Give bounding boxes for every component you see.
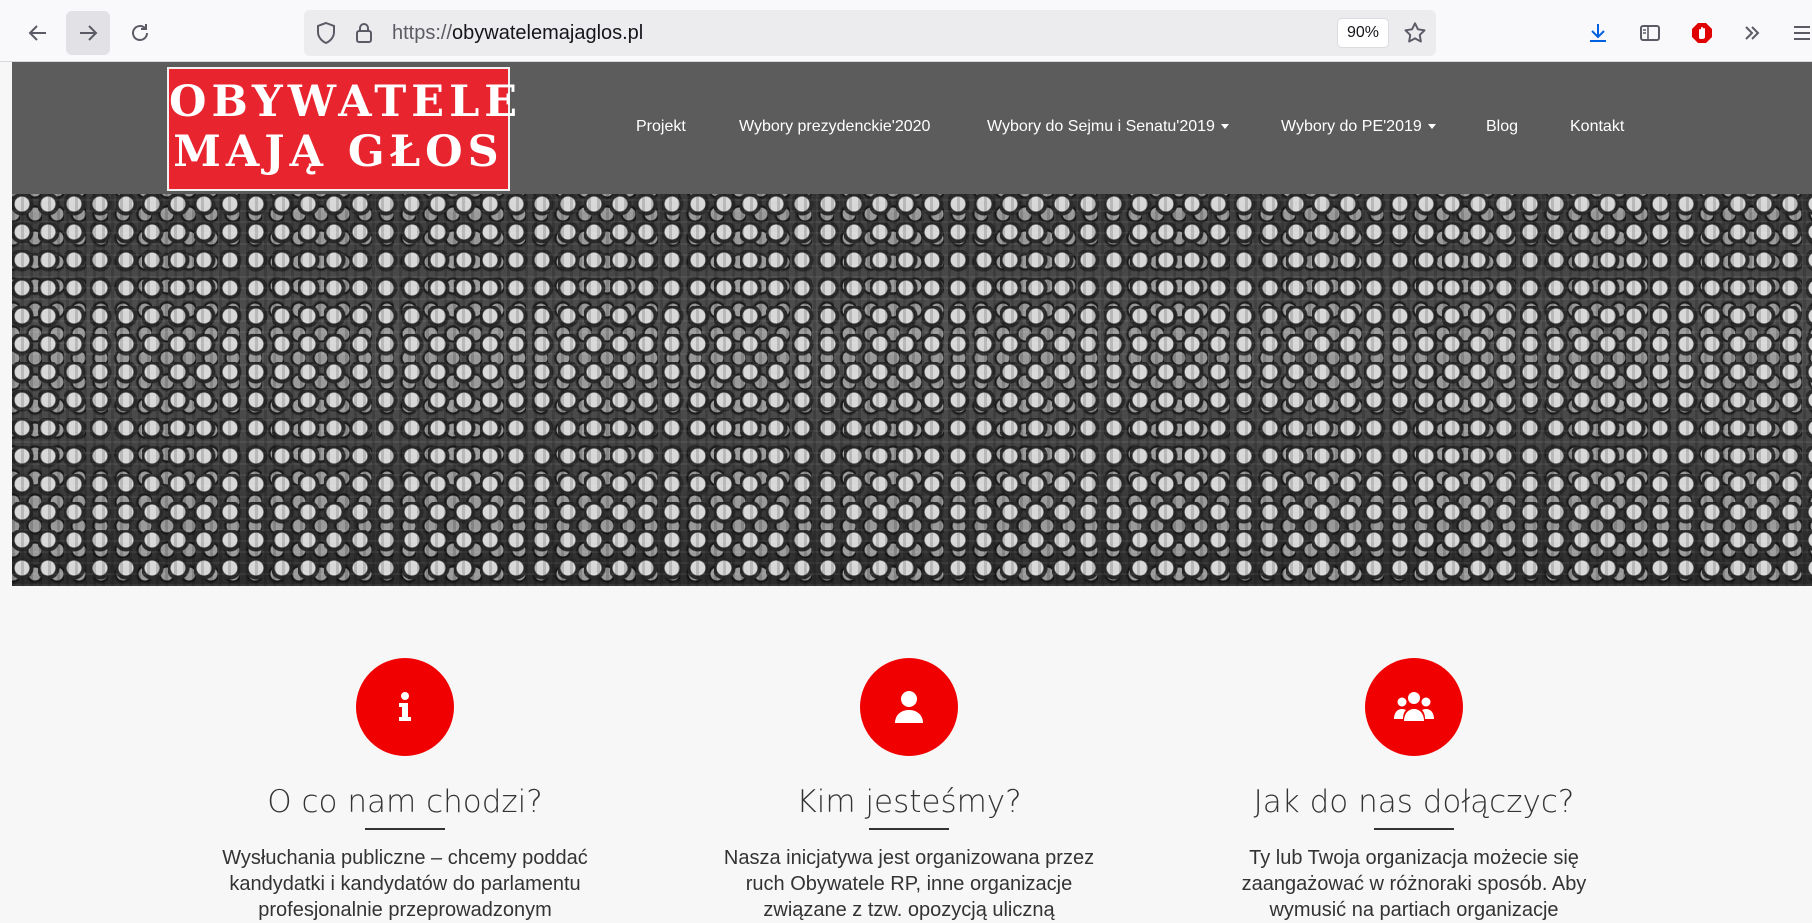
nav-item-wybory-sejm-senat[interactable]: Wybory do Sejmu i Senatu'2019 bbox=[987, 118, 1229, 136]
caret-down-icon bbox=[1220, 124, 1229, 130]
title-underline bbox=[1374, 828, 1454, 830]
reload-icon bbox=[132, 24, 148, 41]
feature-text: Ty lub Twoja organizacja możecie się zaa… bbox=[1241, 847, 1587, 921]
site-header: OBYWATELE MAJĄ GŁOS Projekt Wybory prezy… bbox=[12, 62, 1812, 194]
adblock-extension-button[interactable] bbox=[1680, 11, 1724, 55]
back-button[interactable] bbox=[16, 11, 60, 55]
user-icon bbox=[895, 691, 923, 723]
feature-about: O co nam chodzi? Wysłuchania publiczne –… bbox=[185, 658, 625, 923]
menu-button[interactable] bbox=[1780, 11, 1812, 55]
caret-down-icon bbox=[1427, 124, 1436, 130]
site-logo[interactable]: OBYWATELE MAJĄ GŁOS bbox=[167, 67, 523, 191]
more-tools-button[interactable] bbox=[1730, 11, 1774, 55]
nav-item-wybory-prezydenckie[interactable]: Wybory prezydenckie'2020 bbox=[739, 118, 930, 136]
nav-item-kontakt[interactable]: Kontakt bbox=[1570, 118, 1624, 136]
users-icon bbox=[1394, 692, 1434, 721]
info-icon bbox=[399, 692, 411, 721]
url-text[interactable]: https://obywatelemajaglos.pl bbox=[392, 22, 643, 45]
bookmark-star-icon[interactable] bbox=[1402, 20, 1428, 46]
url-bar[interactable]: https://obywatelemajaglos.pl 90% bbox=[304, 10, 1436, 56]
reader-view-button[interactable] bbox=[1628, 11, 1672, 55]
feature-icon-circle bbox=[356, 658, 454, 756]
sidebar-icon bbox=[1640, 25, 1660, 41]
title-underline bbox=[869, 828, 949, 830]
feature-text: Nasza inicjatywa jest organizowana przez… bbox=[723, 847, 1095, 921]
arrow-left-icon bbox=[28, 25, 46, 41]
nav-item-projekt[interactable]: Projekt bbox=[636, 118, 686, 136]
title-underline bbox=[365, 828, 445, 830]
nav-item-blog[interactable]: Blog bbox=[1486, 118, 1518, 136]
feature-who-we-are: Kim jesteśmy? Nasza inicjatywa jest orga… bbox=[689, 658, 1129, 923]
download-icon bbox=[1590, 24, 1606, 42]
shield-icon[interactable] bbox=[314, 21, 338, 45]
feature-icon-circle bbox=[860, 658, 958, 756]
feature-text: Wysłuchania publiczne – chcemy poddać ka… bbox=[222, 847, 588, 921]
feature-title: Kim jesteśmy? bbox=[796, 784, 1022, 820]
feature-join-us: Jak do nas dołączyc? Ty lub Twoja organi… bbox=[1194, 658, 1634, 923]
reload-button[interactable] bbox=[118, 11, 162, 55]
hero-crowd-image bbox=[12, 194, 1812, 586]
nav-item-label: Wybory do PE'2019 bbox=[1281, 118, 1422, 135]
browser-toolbar: https://obywatelemajaglos.pl 90% bbox=[0, 0, 1812, 62]
arrow-right-icon bbox=[80, 25, 98, 41]
logo-line-2: MAJĄ GŁOS bbox=[173, 127, 504, 177]
downloads-button[interactable] bbox=[1576, 11, 1620, 55]
feature-icon-circle bbox=[1365, 658, 1463, 756]
feature-title: Jak do nas dołączyc? bbox=[1253, 784, 1575, 820]
feature-title: O co nam chodzi? bbox=[267, 784, 543, 820]
url-protocol: https:// bbox=[392, 22, 453, 44]
logo-line-1: OBYWATELE bbox=[169, 77, 523, 127]
lock-icon[interactable] bbox=[352, 21, 376, 45]
hamburger-icon bbox=[1794, 26, 1810, 40]
forward-button[interactable] bbox=[66, 11, 110, 55]
nav-item-label: Wybory do Sejmu i Senatu'2019 bbox=[987, 118, 1215, 135]
chevron-double-right-icon bbox=[1745, 26, 1760, 40]
nav-item-wybory-pe[interactable]: Wybory do PE'2019 bbox=[1281, 118, 1436, 136]
zoom-level-badge[interactable]: 90% bbox=[1338, 19, 1389, 47]
adblock-icon bbox=[1692, 23, 1712, 43]
url-domain: obywatelemajaglos.pl bbox=[452, 22, 644, 44]
